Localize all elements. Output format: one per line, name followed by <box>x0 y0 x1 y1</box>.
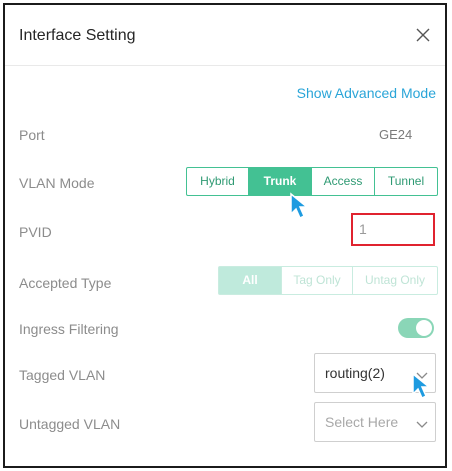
dialog-title: Interface Setting <box>19 27 136 44</box>
accepted-type-label: Accepted Type <box>19 275 112 291</box>
port-value: GE24 <box>379 127 413 142</box>
vlan-mode-selector: Hybrid Trunk Access Tunnel <box>186 167 438 196</box>
show-advanced-mode-link[interactable]: Show Advanced Mode <box>297 85 436 101</box>
accepted-type-tag-only[interactable]: Tag Only <box>281 266 353 295</box>
pointer-cursor-icon <box>412 372 432 400</box>
chevron-down-icon <box>416 417 428 429</box>
pvid-label: PVID <box>19 224 52 240</box>
accepted-type-all[interactable]: All <box>218 266 282 295</box>
tagged-vlan-value: routing(2) <box>325 365 385 381</box>
accepted-type-untag-only[interactable]: Untag Only <box>352 266 438 295</box>
ingress-filtering-toggle[interactable] <box>398 318 434 338</box>
vlan-mode-access[interactable]: Access <box>311 167 375 196</box>
pvid-input[interactable]: 1 <box>351 213 435 246</box>
ingress-filtering-label: Ingress Filtering <box>19 321 119 337</box>
dialog-header: Interface Setting <box>5 5 445 66</box>
untagged-vlan-select[interactable]: Select Here <box>314 402 436 442</box>
port-label: Port <box>19 127 45 143</box>
untagged-vlan-label: Untagged VLAN <box>19 416 121 432</box>
accepted-type-selector: All Tag Only Untag Only <box>218 266 438 295</box>
tagged-vlan-label: Tagged VLAN <box>19 367 106 383</box>
close-icon[interactable] <box>415 27 431 43</box>
interface-setting-dialog: Interface Setting Show Advanced Mode Por… <box>3 3 447 468</box>
vlan-mode-tunnel[interactable]: Tunnel <box>374 167 438 196</box>
pointer-cursor-icon <box>290 192 310 220</box>
toggle-knob <box>416 320 432 336</box>
untagged-vlan-placeholder: Select Here <box>325 414 399 430</box>
vlan-mode-hybrid[interactable]: Hybrid <box>186 167 249 196</box>
vlan-mode-label: VLAN Mode <box>19 175 95 191</box>
